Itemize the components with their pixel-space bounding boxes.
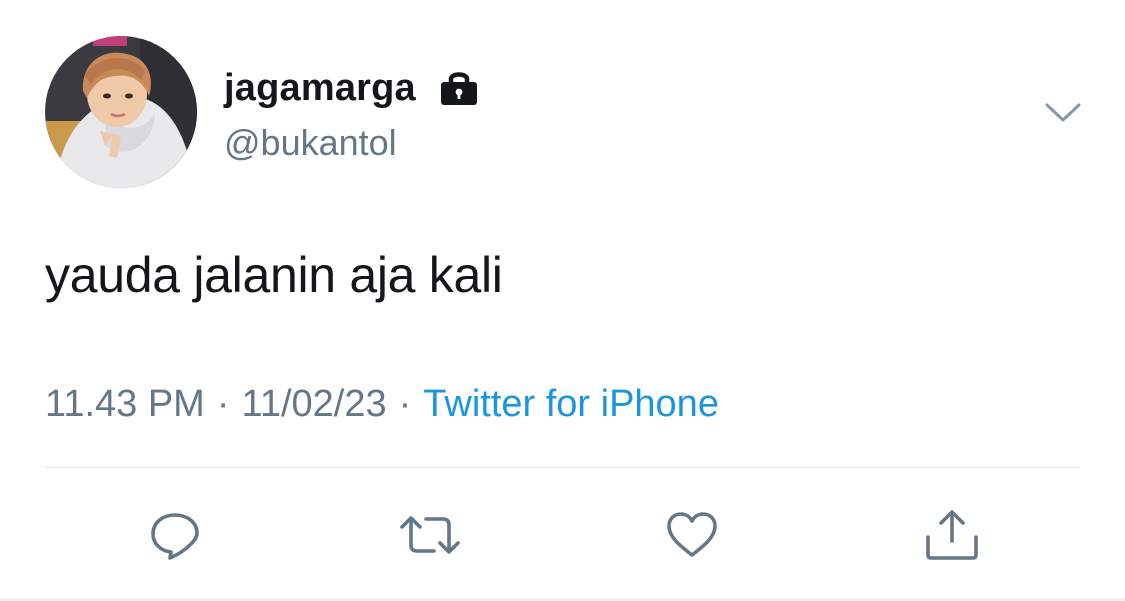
share-icon	[922, 507, 982, 563]
tweet-source-link[interactable]: Twitter for iPhone	[423, 383, 719, 426]
speech-bubble-icon	[147, 507, 203, 563]
meta-separator: ·	[398, 383, 412, 425]
tweet-date: 11/02/23	[241, 383, 387, 425]
share-button[interactable]	[922, 505, 982, 565]
chevron-down-icon[interactable]	[1044, 100, 1082, 126]
divider	[45, 467, 1080, 468]
user-handle[interactable]: @bukantol	[224, 122, 397, 164]
retweet-icon	[398, 507, 462, 563]
tweet-time: 11.43 PM	[45, 383, 205, 425]
tweet-text: yauda jalanin aja kali	[45, 247, 503, 303]
display-name[interactable]: jagamarga	[224, 67, 416, 110]
like-button[interactable]	[662, 505, 722, 565]
tweet-metadata: 11.43 PM · 11/02/23 · Twitter for iPhone	[45, 383, 719, 426]
reply-button[interactable]	[145, 505, 205, 565]
tweet-card: jagamarga @bukantol yauda jalanin aja ka…	[0, 0, 1125, 601]
retweet-button[interactable]	[400, 505, 460, 565]
heart-icon	[664, 507, 720, 563]
lock-icon	[438, 70, 480, 106]
display-name-row: jagamarga	[224, 64, 480, 112]
meta-separator: ·	[216, 383, 230, 425]
avatar-photo	[45, 36, 197, 188]
avatar[interactable]	[45, 36, 197, 188]
